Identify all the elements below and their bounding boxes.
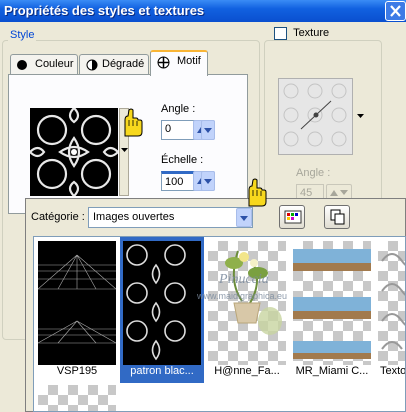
scale-label: Échelle : <box>161 154 204 166</box>
texture-swatch <box>283 83 347 147</box>
tab-couleur-label: Couleur <box>35 58 74 70</box>
thumbnail-image <box>37 241 117 365</box>
category-select[interactable]: Images ouvertes <box>88 207 253 228</box>
scale-dropdown[interactable] <box>201 171 215 191</box>
thumbnail-item[interactable] <box>378 241 405 365</box>
watermark-title: Pinuccia <box>219 272 269 287</box>
text-brush-image <box>381 253 405 350</box>
thumbnail-label-selected: patron blac... <box>130 365 194 377</box>
angle-label: Angle : <box>161 103 196 115</box>
chevron-down-icon <box>121 148 128 152</box>
tab-degrade-label: Dégradé <box>102 58 145 70</box>
thumbnail-label: MR_Miami C... <box>295 365 369 377</box>
browse-patterns-button[interactable] <box>279 205 305 229</box>
thumbnail-label: H@nne_Fa... <box>214 365 280 377</box>
close-icon <box>390 5 401 17</box>
pattern-preview[interactable] <box>28 106 120 198</box>
angle-dropdown[interactable] <box>201 120 215 140</box>
category-label: Catégorie : <box>31 211 85 223</box>
tab-couleur[interactable]: Couleur <box>10 54 78 75</box>
flower-pot-image <box>225 250 282 335</box>
thumbnail-label: Texto_ <box>380 365 406 377</box>
texture-preview[interactable] <box>278 78 353 155</box>
texture-dropdown-arrow-icon[interactable] <box>357 113 365 119</box>
pattern-icon <box>157 56 170 69</box>
thumbnail-item[interactable] <box>293 241 371 365</box>
window-title: Propriétés des styles et textures <box>4 3 205 18</box>
solid-circle-icon <box>17 60 27 70</box>
chevron-down-icon <box>204 179 212 184</box>
style-group-legend: Style <box>8 29 37 41</box>
thumbnail-item-next-row[interactable] <box>38 385 116 411</box>
thumbnail-item-selected[interactable] <box>123 241 201 365</box>
thumbnail-list[interactable]: VSP195 patron blac... H@nne_Fa... MR_Mia… <box>33 236 406 412</box>
perspective-grid-image <box>37 254 117 344</box>
texture-angle-label: Angle : <box>296 167 331 179</box>
pattern-swatch <box>28 106 120 198</box>
texture-checkbox-row[interactable]: Texture <box>272 27 332 40</box>
scale-input[interactable]: 100 <box>161 171 195 191</box>
half-circle-icon <box>86 59 98 71</box>
title-bar: Propriétés des styles et textures <box>0 0 406 22</box>
hand-pointer-icon <box>124 108 143 137</box>
close-button[interactable] <box>385 1 406 21</box>
chevron-down-icon <box>204 128 212 133</box>
thumbnail-item[interactable] <box>208 241 286 365</box>
miami-landscape-image <box>293 249 371 359</box>
thumbnail-item[interactable] <box>37 241 117 365</box>
copy-pattern-button[interactable] <box>324 205 350 229</box>
category-select-value: Images ouvertes <box>93 211 175 223</box>
tab-motif[interactable]: Motif <box>150 50 208 76</box>
pattern-thumbnail-image <box>126 244 186 361</box>
tab-motif-label: Motif <box>177 55 201 67</box>
hand-pointer-icon <box>248 178 267 207</box>
thumbnail-label: VSP195 <box>56 365 98 377</box>
texture-checkbox-label: Texture <box>293 27 330 40</box>
copy-icon <box>330 209 345 225</box>
texture-checkbox[interactable] <box>274 27 287 40</box>
palette-icon <box>284 210 302 224</box>
angle-input[interactable]: 0 <box>161 120 195 140</box>
chevron-down-icon <box>240 216 248 221</box>
watermark-url: www.maidigraphica.eu <box>197 291 288 301</box>
category-dropdown-button[interactable] <box>236 208 252 227</box>
tab-degrade[interactable]: Dégradé <box>79 54 149 75</box>
